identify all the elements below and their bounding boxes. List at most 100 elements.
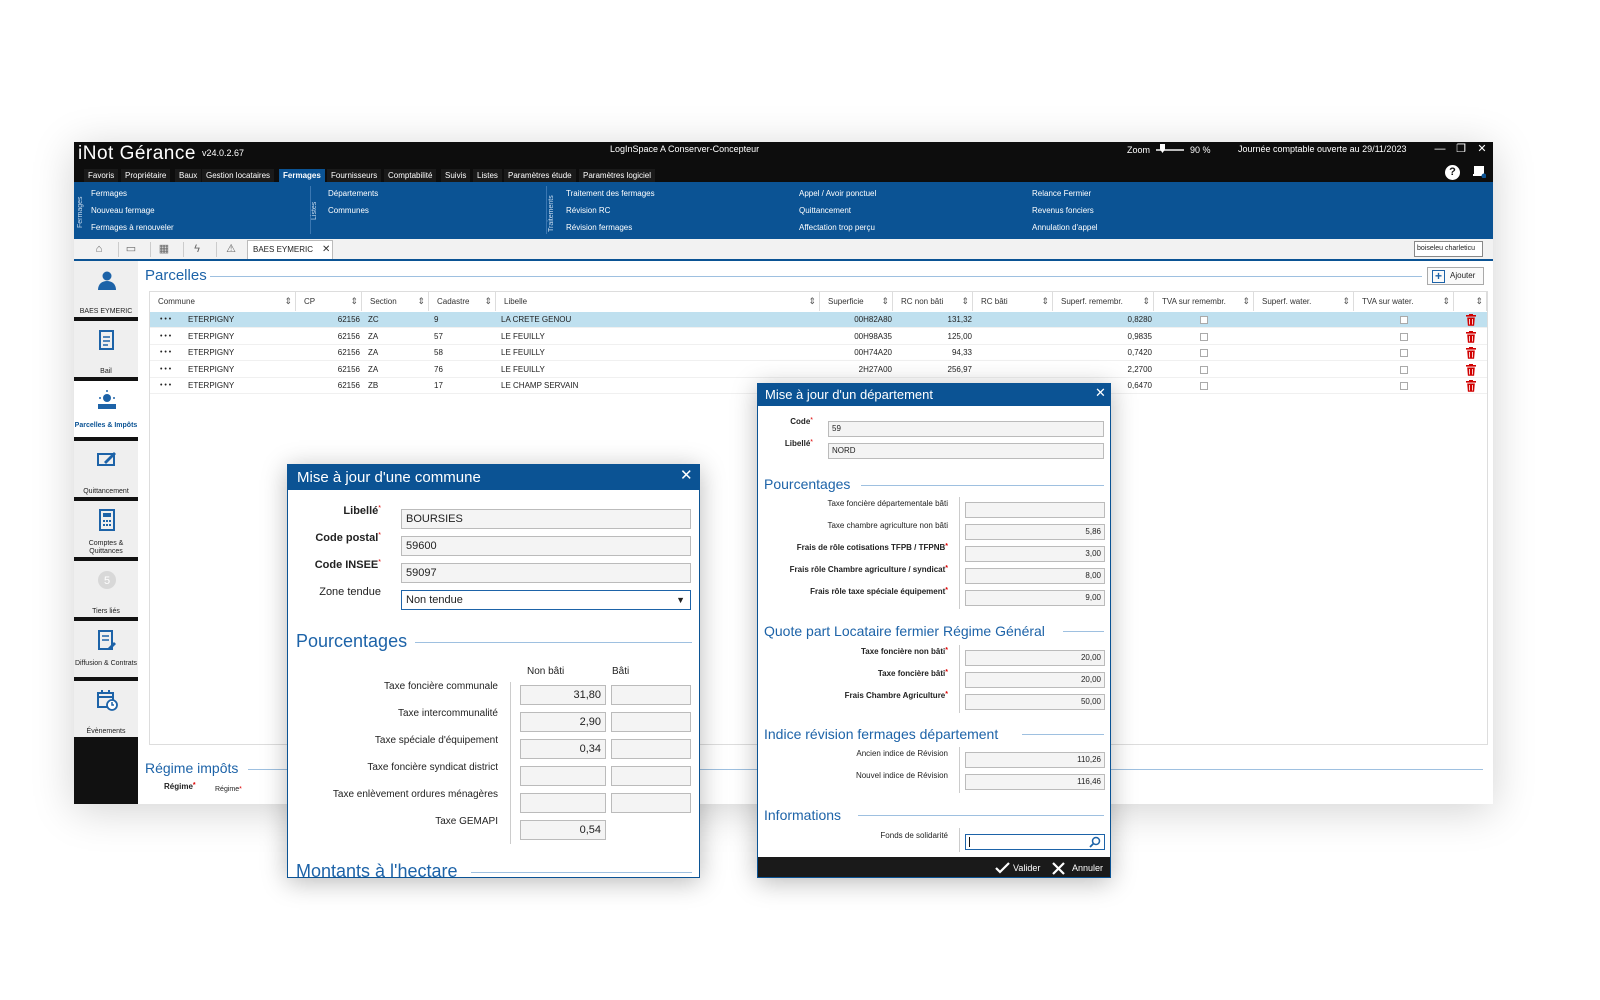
tax-bati-field[interactable]	[611, 793, 691, 813]
col-superf-remembr[interactable]: Superf. remembr.	[1053, 292, 1154, 311]
ribbon-revision-rc[interactable]: Révision RC	[566, 206, 610, 215]
minimize-icon[interactable]: —	[1429, 142, 1451, 158]
tax-bati-field[interactable]	[611, 685, 691, 705]
trash-icon[interactable]	[1466, 314, 1476, 326]
nav-quittancement[interactable]: Quittancement	[74, 441, 138, 499]
row-menu-icon[interactable]: • • •	[160, 329, 171, 345]
tax-bati-field[interactable]	[611, 766, 691, 786]
col-tva-remembr[interactable]: TVA sur remembr.	[1154, 292, 1254, 311]
ribbon-relance-fermier[interactable]: Relance Fermier	[1032, 189, 1091, 198]
tax-non-bati-field[interactable]	[520, 793, 606, 813]
menu-gestion-locataires[interactable]: Gestion locataires	[202, 169, 275, 182]
ribbon-nouveau-fermage[interactable]: Nouveau fermage	[91, 206, 155, 215]
notifications-icon[interactable]	[1472, 164, 1486, 178]
close-icon[interactable]: ✕	[1095, 385, 1106, 401]
row-menu-icon[interactable]: • • •	[160, 345, 171, 361]
trash-icon[interactable]	[1466, 347, 1476, 359]
zoom-slider-thumb[interactable]	[1160, 144, 1165, 153]
ribbon-annulation-appel[interactable]: Annulation d'appel	[1032, 223, 1098, 232]
fonds-solidarite-field[interactable]	[965, 834, 1105, 850]
close-icon[interactable]: ✕	[1471, 142, 1493, 158]
nav-comptes-quittances[interactable]: Comptes & Quittances	[74, 501, 138, 559]
table-row[interactable]: • • • ETERPIGNY 62156 ZC 9 LA CRETE GENOU 00H8…	[150, 312, 1487, 328]
field-value[interactable]: 9,00	[965, 590, 1105, 606]
ribbon-appel-avoir[interactable]: Appel / Avoir ponctuel	[799, 189, 876, 198]
nav-diffusion-contrats[interactable]: Diffusion & Contrats	[74, 621, 138, 679]
col-cadastre[interactable]: Cadastre	[429, 292, 496, 311]
ribbon-revision-fermages[interactable]: Révision fermages	[566, 223, 632, 232]
col-actions[interactable]	[1454, 292, 1487, 311]
tva-remembr-checkbox[interactable]	[1200, 365, 1208, 374]
zone-tendue-select[interactable]: Non tendue ▼	[401, 590, 691, 610]
table-icon[interactable]: ▦	[153, 242, 175, 257]
valider-button[interactable]: Valider	[995, 860, 1040, 876]
nav-parcelles-impots[interactable]: Parcelles & Impôts	[74, 381, 138, 439]
trash-icon[interactable]	[1466, 380, 1476, 393]
field-value[interactable]: 116,46	[965, 774, 1105, 790]
code-field[interactable]: 59	[828, 421, 1104, 437]
field-value[interactable]: 50,00	[965, 694, 1105, 710]
menu-parametres-etude[interactable]: Paramètres étude	[504, 169, 576, 182]
libelle-field[interactable]: BOURSIES	[401, 509, 691, 529]
row-menu-icon[interactable]: • • •	[160, 312, 171, 328]
restore-icon[interactable]: ❐	[1450, 142, 1472, 158]
nav-bail[interactable]: Bail	[74, 321, 138, 379]
tva-water-checkbox[interactable]	[1400, 332, 1408, 341]
close-tab-icon[interactable]: ✕	[322, 241, 330, 259]
comment-icon[interactable]: ▭	[120, 242, 142, 257]
ribbon-fermages-a-renouveler[interactable]: Fermages à renouveler	[91, 223, 174, 232]
col-cp[interactable]: CP	[296, 292, 362, 311]
tva-water-checkbox[interactable]	[1400, 316, 1408, 324]
field-value[interactable]: 110,26	[965, 752, 1105, 768]
col-commune[interactable]: Commune	[150, 292, 296, 311]
col-rc-non-bati[interactable]: RC non bâti	[893, 292, 973, 311]
row-menu-icon[interactable]: • • •	[160, 362, 171, 378]
tva-water-checkbox[interactable]	[1400, 365, 1408, 374]
tax-bati-field[interactable]	[611, 739, 691, 759]
tax-non-bati-field[interactable]: 2,90	[520, 712, 606, 732]
ribbon-traitement-fermages[interactable]: Traitement des fermages	[566, 189, 655, 198]
nav-baes-eymeric[interactable]: BAES EYMERIC	[74, 261, 138, 319]
tva-water-checkbox[interactable]	[1400, 382, 1408, 391]
table-row[interactable]: • • • ETERPIGNY 62156 ZA 57 LE FEUILLY 00H98A3…	[150, 329, 1487, 345]
field-value[interactable]	[965, 502, 1105, 518]
field-value[interactable]: 8,00	[965, 568, 1105, 584]
tax-non-bati-field[interactable]	[520, 766, 606, 786]
col-superf-water[interactable]: Superf. water.	[1254, 292, 1354, 311]
menu-comptabilite[interactable]: Comptabilité	[384, 169, 437, 182]
code-insee-field[interactable]: 59097	[401, 563, 691, 583]
lightning-icon[interactable]: ϟ	[186, 242, 208, 257]
search-input[interactable]: boiseleu charleticu	[1414, 241, 1483, 257]
tax-non-bati-field[interactable]: 0,54	[520, 820, 606, 840]
nav-tiers-lies[interactable]: 5 Tiers liés	[74, 561, 138, 619]
menu-parametres-logiciel[interactable]: Paramètres logiciel	[579, 169, 656, 182]
col-libelle[interactable]: Libelle	[496, 292, 820, 311]
table-row[interactable]: • • • ETERPIGNY 62156 ZA 58 LE FEUILLY 00H74A2…	[150, 345, 1487, 362]
table-row[interactable]: • • • ETERPIGNY 62156 ZA 76 LE FEUILLY 2H27A00…	[150, 362, 1487, 378]
tva-water-checkbox[interactable]	[1400, 349, 1408, 358]
tva-remembr-checkbox[interactable]	[1200, 332, 1208, 341]
field-value[interactable]: 3,00	[965, 546, 1105, 562]
warning-icon[interactable]: ⚠	[220, 242, 242, 257]
tva-remembr-checkbox[interactable]	[1200, 349, 1208, 358]
menu-proprietaire[interactable]: Propriétaire	[121, 169, 171, 182]
annuler-button[interactable]: Annuler	[1052, 860, 1103, 876]
ribbon-departements[interactable]: Départements	[328, 189, 378, 198]
trash-icon[interactable]	[1466, 330, 1476, 343]
code-postal-field[interactable]: 59600	[401, 536, 691, 556]
menu-fournisseurs[interactable]: Fournisseurs	[327, 169, 382, 182]
col-tva-water[interactable]: TVA sur water.	[1354, 292, 1454, 311]
col-superficie[interactable]: Superficie	[820, 292, 893, 311]
tax-non-bati-field[interactable]: 31,80	[520, 685, 606, 705]
row-menu-icon[interactable]: • • •	[160, 378, 171, 394]
ribbon-affectation-trop-percu[interactable]: Affectation trop perçu	[799, 223, 875, 232]
field-value[interactable]: 20,00	[965, 672, 1105, 688]
tva-remembr-checkbox[interactable]	[1200, 316, 1208, 324]
ribbon-communes[interactable]: Communes	[328, 206, 369, 215]
trash-icon[interactable]	[1466, 363, 1476, 376]
nav-evenements[interactable]: Évènements	[74, 681, 138, 739]
menu-listes[interactable]: Listes	[473, 169, 502, 182]
tax-non-bati-field[interactable]: 0,34	[520, 739, 606, 759]
menu-fermages[interactable]: Fermages	[279, 169, 325, 182]
ribbon-quittancement[interactable]: Quittancement	[799, 206, 851, 215]
